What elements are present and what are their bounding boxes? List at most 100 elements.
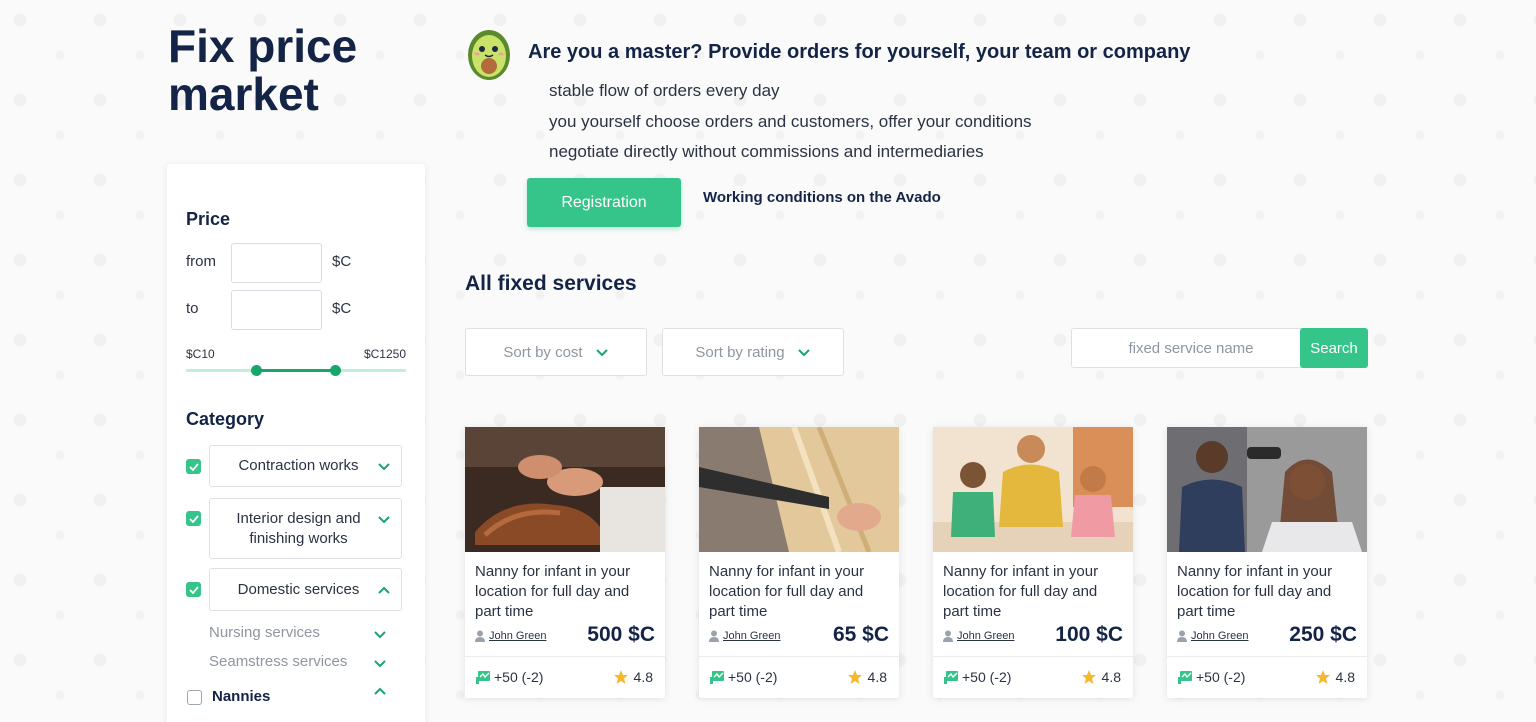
check-icon [188,462,199,471]
service-card[interactable]: Nanny for infant in your location for fu… [699,427,899,698]
service-card[interactable]: Nanny for infant in your location for fu… [933,427,1133,698]
benefit-item: negotiate directly without commissions a… [549,142,984,161]
user-icon [1177,630,1187,642]
category-item-contraction: Contraction works [186,445,406,487]
chevron-up-icon [378,586,390,594]
service-author[interactable]: John Green [943,630,1014,642]
service-rating: 4.8 [847,669,887,685]
reviews-count: +50 (-2) [494,669,544,685]
reviews-icon [944,671,958,684]
category-dropdown[interactable]: Contraction works [209,445,402,487]
nannies-checkbox[interactable] [187,690,202,705]
avocado-mascot-icon [468,30,510,80]
service-title: Nanny for infant in your location for fu… [1177,563,1333,620]
range-min-label: $C10 [186,347,215,361]
price-range-max-handle[interactable] [330,365,341,376]
price-to-label: to [186,300,199,317]
hero-title: Are you a master? Provide orders for you… [528,41,1191,63]
sort-by-cost-dropdown[interactable]: Sort by cost [465,328,647,376]
chevron-down-icon [378,516,390,524]
category-checkbox[interactable] [186,511,201,526]
service-price: 65 $C [832,623,889,646]
service-title: Nanny for infant in your location for fu… [709,563,865,620]
rating-value: 4.8 [1335,669,1355,685]
reviews-count: +50 (-2) [962,669,1012,685]
user-icon [943,630,953,642]
category-dropdown[interactable]: Interior design and finishing works [209,498,402,559]
star-icon [847,670,862,684]
service-title: Nanny for infant in your location for fu… [943,563,1099,620]
search-button[interactable]: Search [1300,328,1368,368]
service-card[interactable]: Nanny for infant in your location for fu… [465,427,665,698]
card-divider [933,656,1133,657]
category-label: Domestic services [237,580,360,598]
check-icon [188,514,199,523]
service-image [933,427,1133,552]
service-rating: 4.8 [1081,669,1121,685]
category-label: Contraction works [238,457,359,474]
rating-value: 4.8 [1101,669,1121,685]
service-reviews: +50 (-2) [1177,669,1245,685]
nannies-label: Nannies [212,688,271,705]
reviews-icon [476,671,490,684]
category-dropdown[interactable]: Domestic services [209,568,402,611]
author-name[interactable]: John Green [1191,630,1248,642]
category-checkbox[interactable] [186,459,201,474]
category-label: Interior design and finishing works [236,509,361,547]
filter-sidebar: Price from $C to $C $C10 $C1250 Category… [167,164,425,722]
price-from-input[interactable] [231,243,322,283]
working-conditions-link[interactable]: Working conditions on the Avado [703,189,941,206]
chevron-down-icon [797,349,810,357]
benefit-item: stable flow of orders every day [549,81,780,100]
rating-value: 4.8 [633,669,653,685]
benefit-item: you yourself choose orders and customers… [549,111,1032,131]
search-input[interactable] [1071,328,1311,368]
page-title: Fix price market [168,20,358,120]
author-name[interactable]: John Green [723,630,780,642]
subcategory-nursing[interactable]: Nursing services [209,624,320,641]
range-max-label: $C1250 [363,347,406,361]
sort-by-rating-dropdown[interactable]: Sort by rating [662,328,844,376]
card-divider [1167,656,1367,657]
author-name[interactable]: John Green [489,630,546,642]
chevron-down-icon[interactable] [373,656,387,670]
service-author[interactable]: John Green [709,630,780,642]
service-price: 250 $C [1289,623,1357,646]
service-author[interactable]: John Green [475,630,546,642]
reviews-count: +50 (-2) [728,669,778,685]
service-price: 500 $C [587,623,655,646]
check-icon [188,585,199,594]
star-icon [613,670,628,684]
service-card[interactable]: Nanny for infant in your location for fu… [1167,427,1367,698]
star-icon [1315,670,1330,684]
service-rating: 4.8 [1315,669,1355,685]
chevron-down-icon[interactable] [373,627,387,641]
section-title: All fixed services [465,272,637,295]
service-reviews: +50 (-2) [943,669,1011,685]
sort-label: Sort by rating [695,343,785,361]
chevron-down-icon [595,349,608,357]
service-author[interactable]: John Green [1177,630,1248,642]
category-item-domestic: Domestic services [186,568,406,611]
subcategory-seamstress[interactable]: Seamstress services [209,653,347,670]
user-icon [709,630,719,642]
price-range-fill [257,369,335,372]
category-heading: Category [186,409,265,429]
price-from-currency: $C [332,253,352,270]
user-icon [475,630,485,642]
category-checkbox[interactable] [186,582,201,597]
registration-button[interactable]: Registration [527,178,681,227]
service-image [1167,427,1367,552]
service-reviews: +50 (-2) [475,669,543,685]
price-range-min-handle[interactable] [251,365,262,376]
rating-value: 4.8 [867,669,887,685]
card-divider [465,656,665,657]
category-item-interior-design: Interior design and finishing works [186,498,406,559]
reviews-icon [1178,671,1192,684]
author-name[interactable]: John Green [957,630,1014,642]
reviews-count: +50 (-2) [1196,669,1246,685]
price-heading: Price [186,209,231,229]
chevron-up-icon[interactable] [373,684,387,698]
sort-label: Sort by cost [503,343,583,361]
price-to-input[interactable] [231,290,322,330]
